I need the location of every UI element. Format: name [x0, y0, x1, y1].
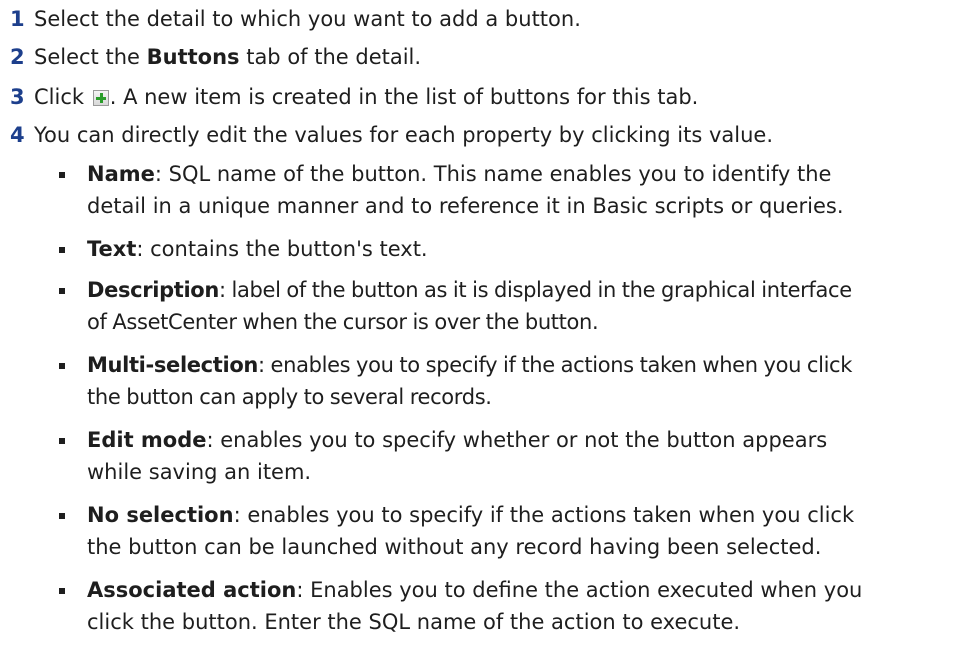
property-text: : enables you to specify if the actions … — [233, 503, 855, 527]
property-term: Text — [87, 237, 137, 261]
bullet-marker — [59, 513, 65, 519]
property-description: Multi-selection: enables you to specify … — [87, 349, 957, 413]
property-line: the button can apply to several records. — [87, 385, 492, 409]
bullet-marker — [59, 438, 65, 444]
property-text: : enables you to specify if the actions … — [258, 353, 853, 377]
property-line: while saving an item. — [87, 460, 312, 484]
property-term: Description — [87, 278, 219, 302]
property-line: Multi-selection: enables you to specify … — [87, 349, 957, 381]
property-term: Multi-selection — [87, 353, 258, 377]
property-line: Name: SQL name of the button. This name … — [87, 158, 957, 190]
property-line: the button can be launched without any r… — [87, 535, 822, 559]
step-text: Select the detail to which you want to a… — [34, 7, 581, 31]
bullet-marker — [59, 288, 65, 294]
step-number: 4 — [10, 123, 25, 147]
step-number: 3 — [10, 85, 25, 109]
step-text-pre: Click — [34, 85, 91, 109]
property-term: Edit mode — [87, 428, 207, 452]
property-text: : contains the button's text. — [136, 237, 428, 261]
property-description: Edit mode: enables you to specify whethe… — [87, 424, 957, 488]
step-text-post: tab of the detail. — [239, 45, 422, 69]
step-text: Click . A new item is created in the lis… — [34, 82, 698, 112]
bullet-marker — [59, 247, 65, 253]
property-text: : label of the button as it is displayed… — [218, 278, 852, 302]
property-line: detail in a unique manner and to referen… — [87, 194, 844, 218]
step-text-post: . A new item is created in the list of b… — [109, 85, 699, 109]
bullet-marker — [59, 588, 65, 594]
step-text: Select the Buttons tab of the detail. — [34, 42, 421, 72]
property-line: Associated action: Enables you to define… — [87, 574, 957, 606]
property-line: Text: contains the button's text. — [87, 233, 957, 265]
property-term: Associated action — [87, 578, 297, 602]
step-text-pre: Select the — [34, 45, 147, 69]
property-term: No selection — [87, 503, 234, 527]
step-number: 1 — [10, 7, 25, 31]
property-description: No selection: enables you to specify if … — [87, 499, 957, 563]
property-text: : enables you to specify whether or not … — [206, 428, 828, 452]
bullet-marker — [59, 363, 65, 369]
property-description: Description: label of the button as it i… — [87, 274, 957, 338]
step-text: You can directly edit the values for eac… — [34, 123, 774, 147]
property-line: click the button. Enter the SQL name of … — [87, 610, 741, 634]
property-text: : SQL name of the button. This name enab… — [154, 162, 832, 186]
property-text: : Enables you to define the action execu… — [296, 578, 863, 602]
buttons-tab-term: Buttons — [146, 45, 240, 69]
property-description: Associated action: Enables you to define… — [87, 574, 957, 638]
property-line: Edit mode: enables you to specify whethe… — [87, 424, 957, 456]
property-line: No selection: enables you to specify if … — [87, 499, 957, 531]
property-description: Name: SQL name of the button. This name … — [87, 158, 957, 222]
property-line: Description: label of the button as it i… — [87, 274, 957, 306]
bullet-marker — [59, 172, 65, 178]
step-number: 2 — [10, 45, 25, 69]
add-plus-icon — [92, 90, 109, 106]
property-description: Text: contains the button's text. — [87, 233, 957, 265]
property-line: of AssetCenter when the cursor is over t… — [87, 310, 599, 334]
property-term: Name — [87, 162, 155, 186]
